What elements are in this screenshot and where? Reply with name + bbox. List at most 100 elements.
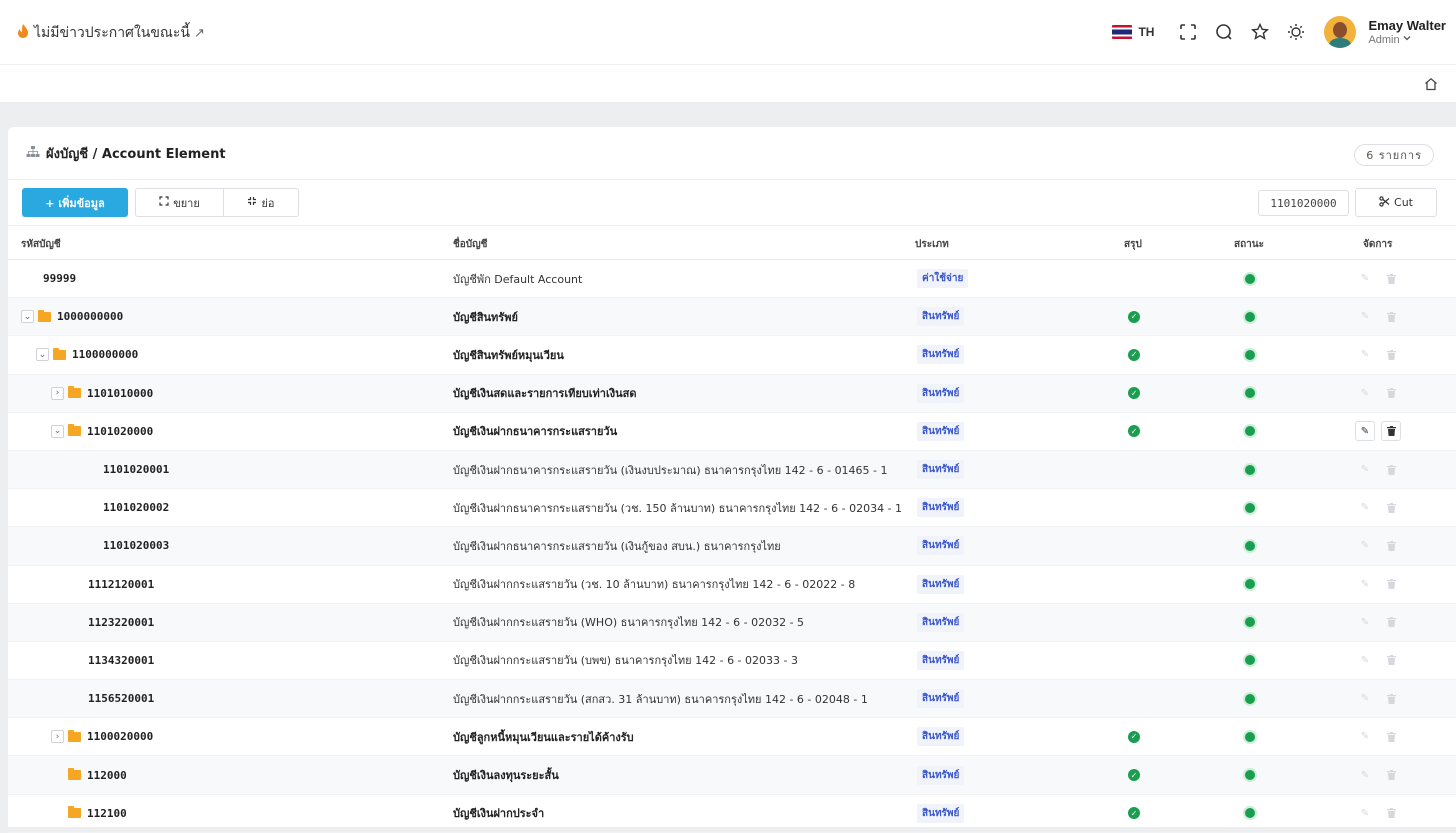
edit-icon[interactable]: ✎ [1355, 421, 1375, 442]
edit-icon[interactable]: ✎ [1355, 803, 1375, 823]
table-row[interactable]: 112100 บัญชีเงินฝากประจำ สินทรัพย์ ✓ ✎ [8, 795, 1456, 833]
account-code: 1100000000 [72, 348, 139, 362]
table-row[interactable]: 1101020003 บัญชีเงินฝากธนาคารกระแสรายวัน … [8, 527, 1456, 566]
account-type-cell: สินทรัพย์ [917, 527, 965, 564]
table-row[interactable]: 1101020002 บัญชีเงินฝากธนาคารกระแสรายวัน … [8, 489, 1456, 528]
check-circle-icon: ✓ [1128, 425, 1140, 438]
edit-icon[interactable]: ✎ [1355, 689, 1375, 709]
account-tree-table: 99999 บัญชีพัก Default Account ค่าใช้จ่าย ✎… [8, 260, 1456, 833]
chevron-down-icon[interactable]: ⌄ [36, 348, 49, 362]
check-circle-icon: ✓ [1128, 387, 1140, 400]
summary-cell: ✓ [1128, 413, 1140, 450]
summary-cell: ✓ [1128, 375, 1140, 412]
thailand-flag-icon [1112, 25, 1133, 39]
status-active-icon [1243, 500, 1257, 515]
account-name-cell: บัญชีสินทรัพย์ [453, 298, 518, 335]
actions-cell: ✎ [1355, 604, 1401, 641]
delete-icon[interactable] [1381, 612, 1401, 632]
edit-icon[interactable]: ✎ [1355, 574, 1375, 594]
edit-icon[interactable]: ✎ [1355, 345, 1375, 365]
table-row[interactable]: 1112120001 บัญชีเงินฝากกระแสรายวัน (วช. 1… [8, 566, 1456, 604]
collapse-button[interactable]: ย่อ [223, 189, 298, 216]
column-header-summary: สรุป [1124, 239, 1142, 250]
delete-icon[interactable] [1381, 574, 1401, 594]
account-name: บัญชีเงินสดและรายการเทียบเท่าเงินสด [453, 387, 637, 401]
table-row[interactable]: › 1100020000 บัญชีลูกหนี้หมุนเวียนและรายได… [8, 718, 1456, 757]
account-code-cell: ⌄ 1100000000 [36, 336, 138, 373]
account-code: 1101020002 [103, 501, 170, 515]
delete-icon[interactable] [1381, 689, 1401, 709]
account-code: 1101020000 [87, 424, 154, 438]
delete-icon[interactable] [1381, 803, 1401, 823]
chevron-down-icon[interactable]: ⌄ [21, 310, 34, 324]
edit-icon[interactable]: ✎ [1355, 536, 1375, 556]
edit-icon[interactable]: ✎ [1355, 498, 1375, 518]
status-cell [1243, 718, 1257, 755]
sun-icon[interactable] [1278, 14, 1314, 50]
account-code-cell: 112000 [51, 756, 127, 793]
cut-button[interactable]: Cut [1355, 188, 1437, 217]
user-menu[interactable]: Emay Walter Admin [1368, 18, 1446, 46]
column-header-actions: จัดการ [1363, 239, 1393, 250]
account-name-cell: บัญชีเงินฝากกระแสรายวัน (WHO) ธนาคารกรุง… [453, 604, 804, 641]
edit-icon[interactable]: ✎ [1355, 612, 1375, 632]
account-code: 1100020000 [87, 730, 154, 744]
expand-button[interactable]: ขยาย [136, 189, 223, 216]
delete-icon[interactable] [1381, 421, 1401, 442]
delete-icon[interactable] [1381, 498, 1401, 518]
account-code-cell: 112100 [51, 795, 127, 832]
edit-icon[interactable]: ✎ [1355, 307, 1375, 327]
delete-icon[interactable] [1381, 727, 1401, 747]
check-circle-icon: ✓ [1128, 769, 1140, 782]
status-active-icon [1243, 424, 1257, 439]
delete-icon[interactable] [1381, 269, 1401, 289]
edit-icon[interactable]: ✎ [1355, 383, 1375, 403]
edit-icon[interactable]: ✎ [1355, 765, 1375, 785]
table-row[interactable]: ⌄ 1000000000 บัญชีสินทรัพย์ สินทรัพย์ ✓ ✎ [8, 298, 1456, 337]
delete-icon[interactable] [1381, 536, 1401, 556]
table-row[interactable]: 112000 บัญชีเงินลงทุนระยะสั้น สินทรัพย์ ✓ ✎ [8, 756, 1456, 795]
account-type-cell: สินทรัพย์ [917, 298, 965, 335]
delete-icon[interactable] [1381, 345, 1401, 365]
add-button[interactable]: + เพิ่มข้อมูล [22, 188, 128, 217]
chevron-right-icon[interactable]: › [51, 730, 64, 744]
delete-icon[interactable] [1381, 307, 1401, 327]
edit-icon[interactable]: ✎ [1355, 650, 1375, 670]
delete-icon[interactable] [1381, 460, 1401, 480]
table-row[interactable]: 1134320001 บัญชีเงินฝากกระแสรายวัน (บพข) … [8, 642, 1456, 681]
scissors-icon [1379, 195, 1390, 210]
edit-icon[interactable]: ✎ [1355, 727, 1375, 747]
status-cell [1243, 756, 1257, 793]
status-active-icon [1243, 691, 1257, 706]
table-row[interactable]: 99999 บัญชีพัก Default Account ค่าใช้จ่าย ✎ [8, 260, 1456, 299]
chevron-down-icon[interactable]: ⌄ [51, 424, 64, 438]
delete-icon[interactable] [1381, 765, 1401, 785]
search-icon[interactable] [1206, 14, 1242, 50]
avatar[interactable] [1324, 16, 1357, 48]
check-circle-icon: ✓ [1128, 730, 1140, 743]
account-name-cell: บัญชีเงินฝากธนาคารกระแสรายวัน (เงินงบประ… [453, 451, 888, 488]
table-row[interactable]: ⌄ 1100000000 บัญชีสินทรัพย์หมุนเวียน สินทรั… [8, 336, 1456, 375]
edit-icon[interactable]: ✎ [1355, 269, 1375, 289]
edit-icon[interactable]: ✎ [1355, 460, 1375, 480]
delete-icon[interactable] [1381, 650, 1401, 670]
delete-icon[interactable] [1381, 383, 1401, 403]
star-icon[interactable] [1242, 14, 1278, 50]
table-row[interactable]: 1156520001 บัญชีเงินฝากกระแสรายวัน (สกสว.… [8, 680, 1456, 719]
selected-code-field[interactable]: 1101020000 [1258, 190, 1349, 216]
table-row[interactable]: 1101020001 บัญชีเงินฝากธนาคารกระแสรายวัน … [8, 450, 1456, 490]
table-row[interactable]: › 1101010000 บัญชีเงินสดและรายการเทียบเท่า… [8, 374, 1456, 413]
chevron-right-icon[interactable]: › [51, 386, 64, 400]
table-row[interactable]: ⌄ 1101020000 บัญชีเงินฝากธนาคารกระแสรายวัน… [8, 413, 1456, 451]
account-code-cell: 1101020003 [103, 527, 169, 564]
language-selector[interactable]: TH [1112, 25, 1154, 39]
account-type-cell: สินทรัพย์ [917, 413, 965, 450]
account-name-cell: บัญชีพัก Default Account [453, 260, 582, 297]
home-icon[interactable] [1424, 77, 1438, 94]
table-row[interactable]: 1123220001 บัญชีเงินฝากกระแสรายวัน (WHO) … [8, 603, 1456, 642]
account-type-cell: สินทรัพย์ [917, 451, 965, 488]
announcement-link[interactable]: ไม่มีข่าวประกาศในขณะนี้ ↗ [16, 22, 205, 44]
account-name: บัญชีสินทรัพย์ [453, 310, 518, 324]
account-type-cell: สินทรัพย์ [917, 336, 965, 373]
fullscreen-icon[interactable] [1170, 14, 1206, 50]
